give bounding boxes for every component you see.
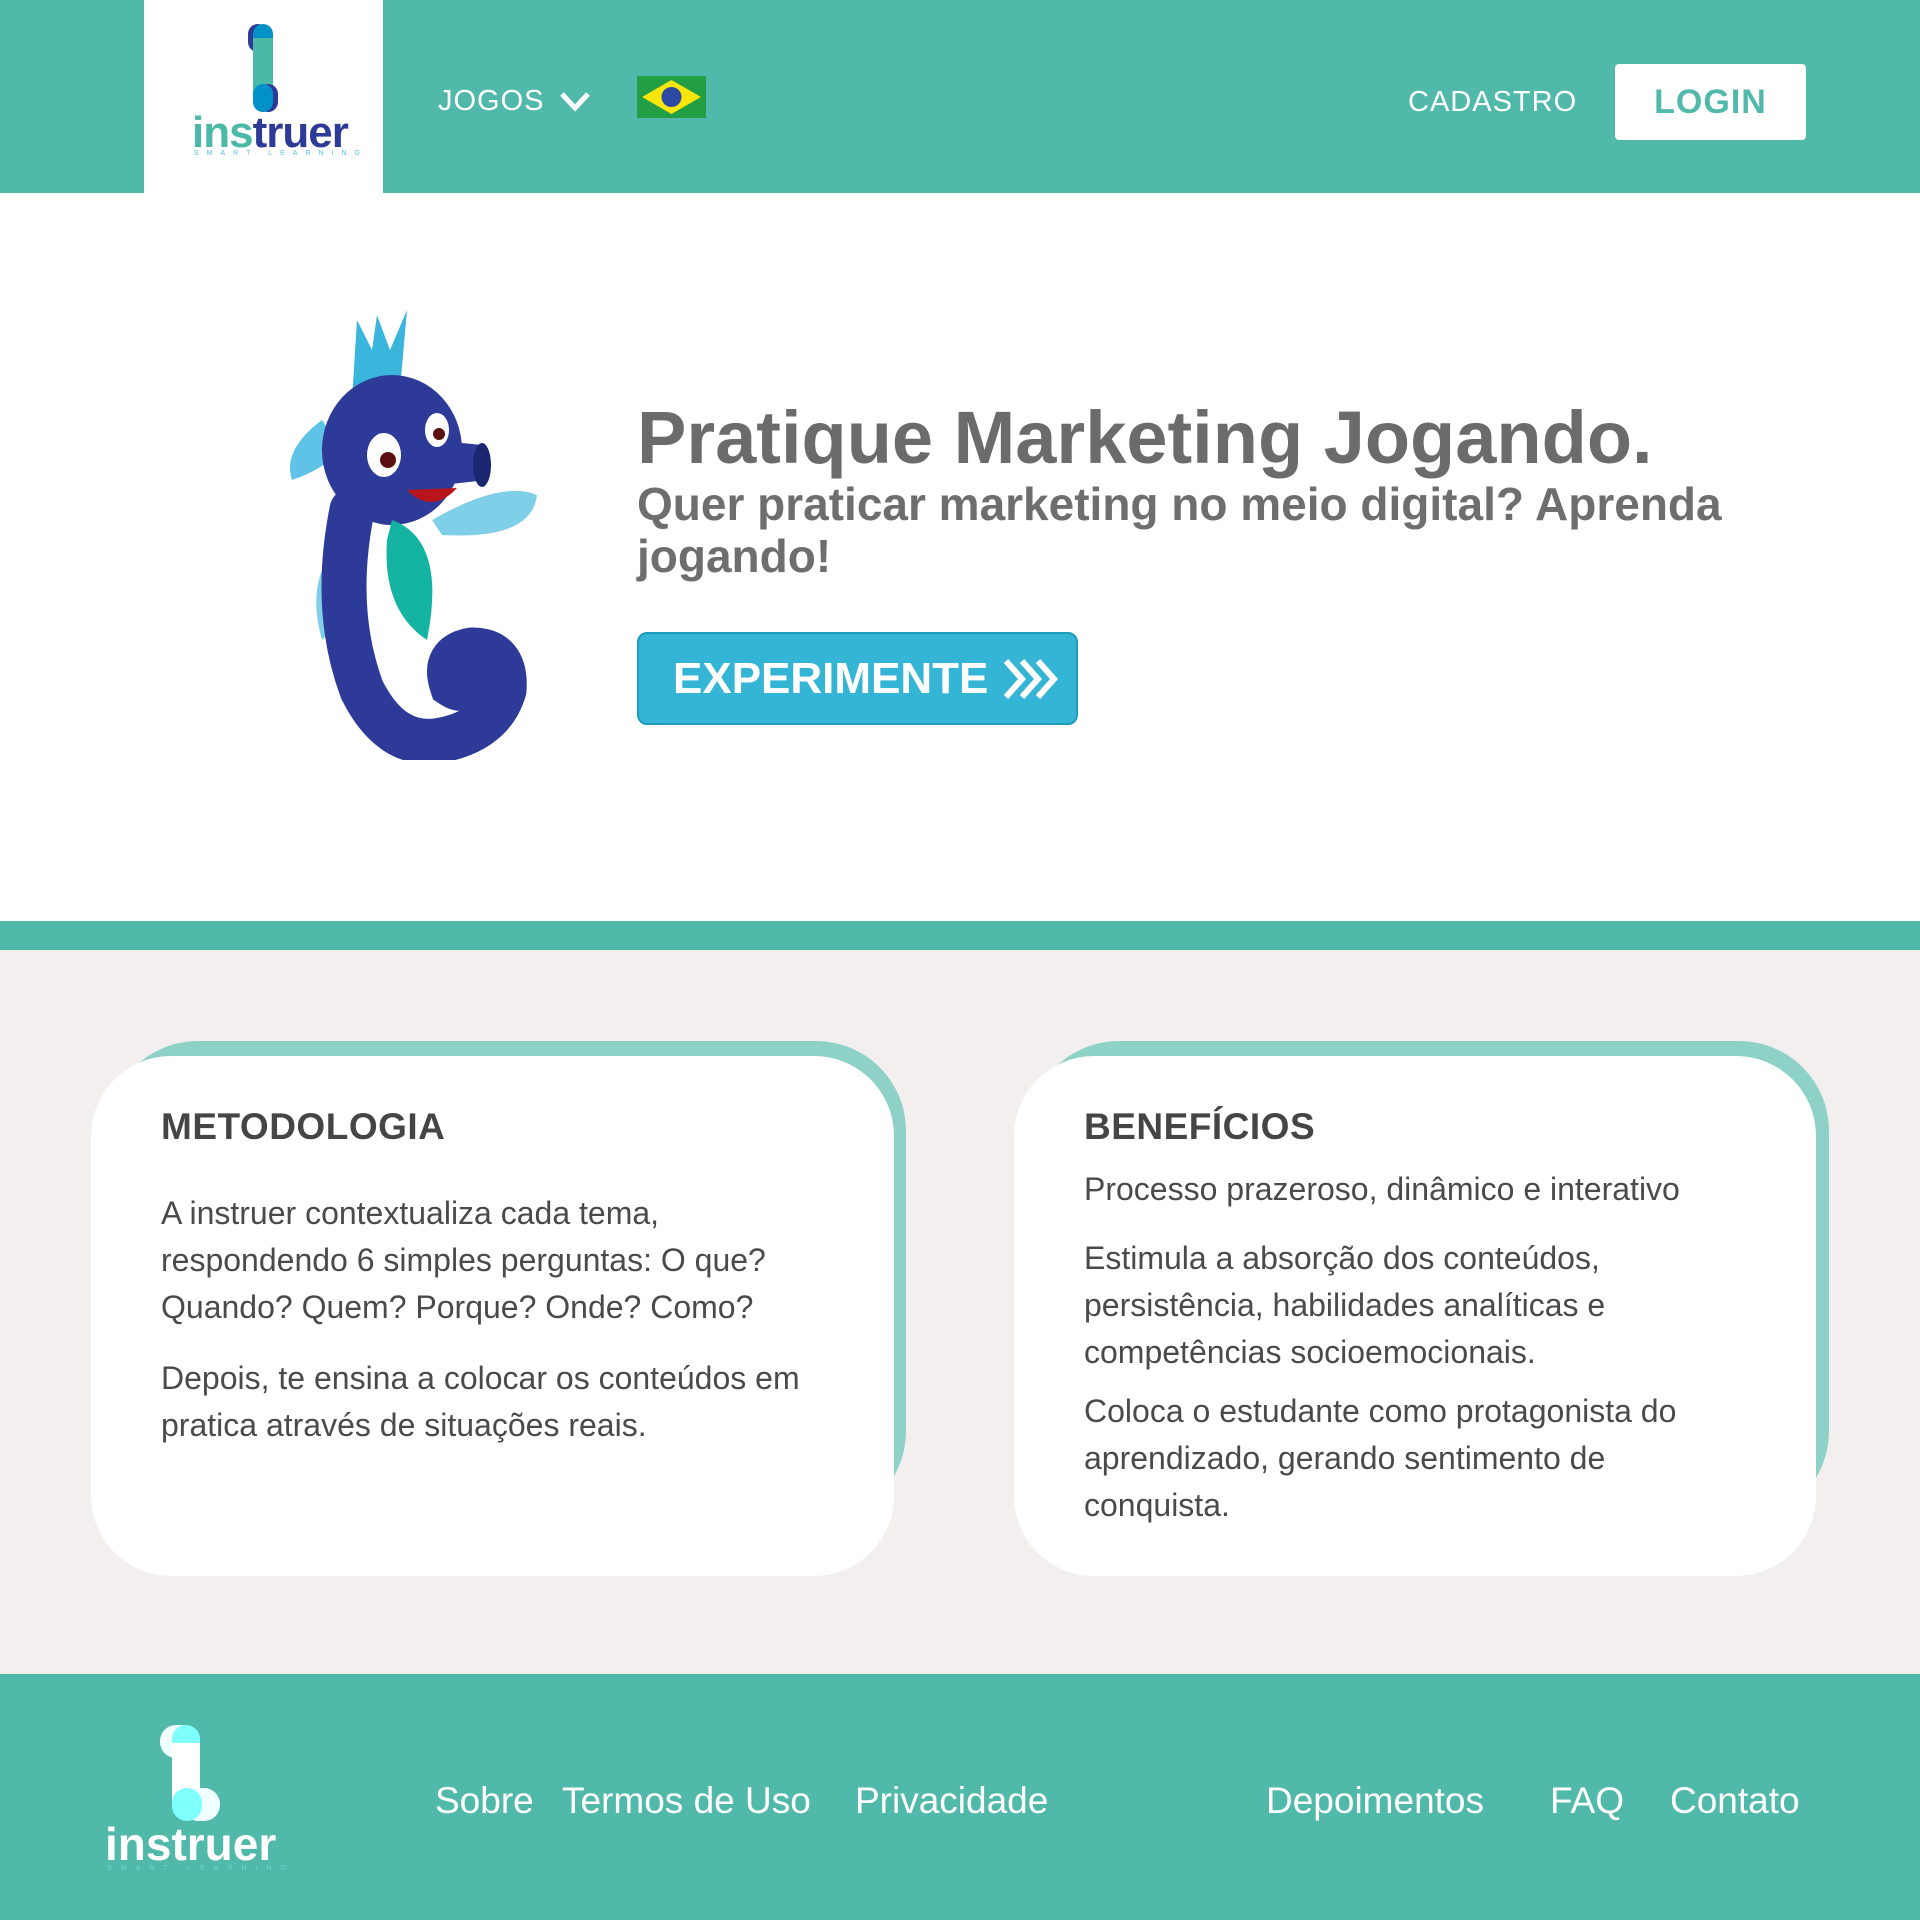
card-paragraph: Depois, te ensina a colocar os conteúdos…: [161, 1360, 800, 1443]
benefits-card: BENEFÍCIOS Processo prazeroso, dinâmico …: [1014, 1056, 1816, 1576]
footer-link-depoimentos[interactable]: Depoimentos: [1266, 1780, 1484, 1822]
footer-link-faq[interactable]: FAQ: [1550, 1780, 1624, 1822]
cta-label: EXPERIMENTE: [673, 653, 989, 703]
methodology-card: METODOLOGIA A instruer contextualiza cad…: [91, 1056, 894, 1576]
divider-band: [0, 921, 1920, 950]
brazil-flag-icon[interactable]: [637, 76, 706, 118]
logo[interactable]: insinstruertruer SMART LEARNING: [144, 0, 383, 193]
card-paragraph: Coloca o estudante como protagonista do …: [1084, 1393, 1677, 1523]
footer-link-sobre[interactable]: Sobre: [435, 1780, 534, 1822]
triple-chevron-right-icon: [1004, 658, 1059, 699]
footer-link-contato[interactable]: Contato: [1670, 1780, 1800, 1822]
hero-title: Pratique Marketing Jogando.: [637, 396, 1653, 479]
hero-subtitle: Quer praticar marketing no meio digital?…: [637, 478, 1722, 582]
footer-logo-tagline: SMART LEARNING: [107, 1865, 295, 1872]
card-paragraph: A instruer contextualiza cada tema, resp…: [161, 1195, 766, 1325]
card-title: METODOLOGIA: [161, 1106, 446, 1147]
card-paragraph: Estimula a absorção dos conteúdos, persi…: [1084, 1240, 1606, 1370]
experimente-button[interactable]: EXPERIMENTE: [637, 632, 1078, 725]
login-button[interactable]: LOGIN: [1615, 64, 1806, 140]
card-paragraph: Processo prazeroso, dinâmico e interativ…: [1084, 1171, 1680, 1207]
signup-link[interactable]: CADASTRO: [1408, 86, 1577, 119]
chevron-down-icon: [559, 91, 590, 112]
footer-logo[interactable]: instruer SMART LEARNING: [105, 1723, 286, 1873]
footer-link-privacidade[interactable]: Privacidade: [855, 1780, 1048, 1822]
card-title: BENEFÍCIOS: [1084, 1106, 1316, 1147]
seahorse-mascot-icon: [290, 310, 537, 760]
footer-logo-text: instruer: [105, 1818, 277, 1870]
footer-link-termos[interactable]: Termos de Uso: [562, 1780, 811, 1822]
footer-logo-mark-icon: [160, 1725, 220, 1821]
logo-mark-icon: [248, 24, 278, 112]
games-label: JOGOS: [438, 85, 545, 117]
logo-tagline: SMART LEARNING: [194, 150, 368, 157]
games-menu[interactable]: JOGOS: [438, 85, 591, 118]
